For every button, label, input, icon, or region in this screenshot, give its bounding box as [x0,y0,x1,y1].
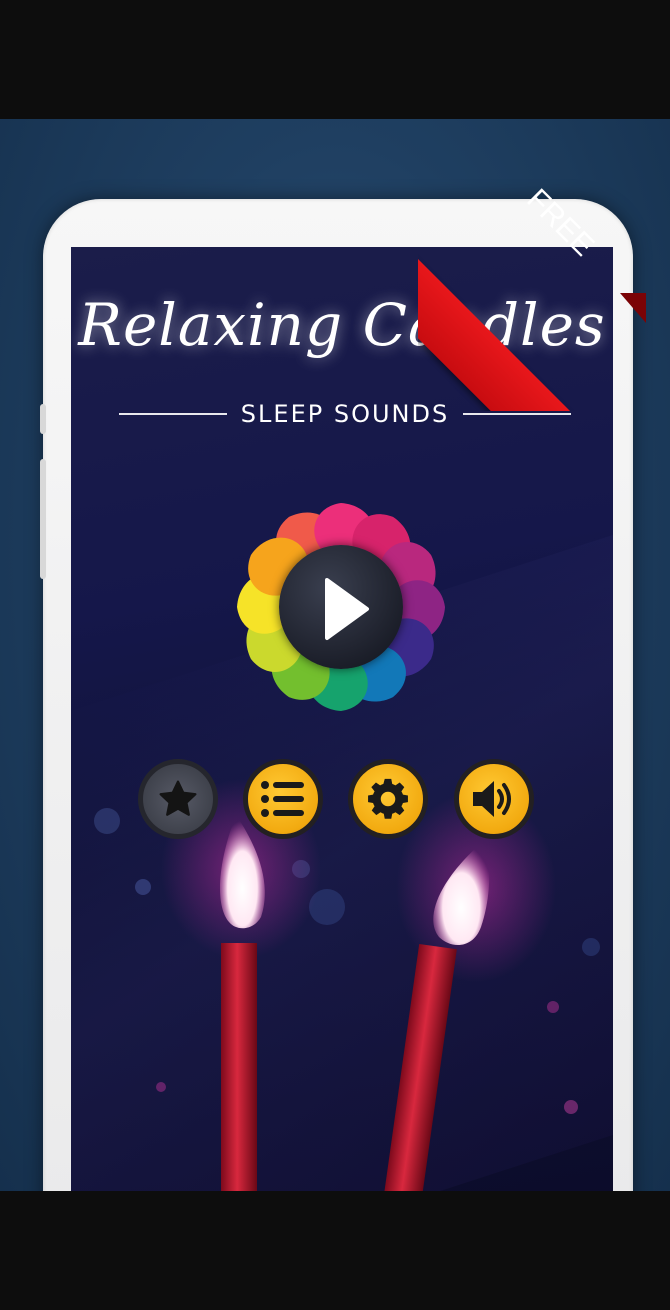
free-badge-text: FREE [520,182,601,263]
playlist-button[interactable] [243,759,323,839]
favorites-button[interactable] [138,759,218,839]
gear-icon [368,778,408,819]
speaker-icon [473,781,511,817]
list-icon [261,781,304,817]
free-ribbon: FREE [418,181,648,411]
store-promo-background: Relaxing Candles SLEEP SOUNDS FREE [0,119,670,1191]
subtitle-line-left [119,413,227,415]
sound-button[interactable] [454,759,534,839]
bottom-black-bar [0,1191,670,1310]
play-icon [325,578,369,640]
phone-side-button [40,404,46,434]
ribbon-band [418,241,641,411]
ribbon-fold [620,293,646,323]
settings-button[interactable] [348,759,428,839]
top-black-bar [0,0,670,119]
star-icon [159,780,197,816]
subtitle-line-right [463,413,571,415]
phone-volume-button [40,459,46,579]
